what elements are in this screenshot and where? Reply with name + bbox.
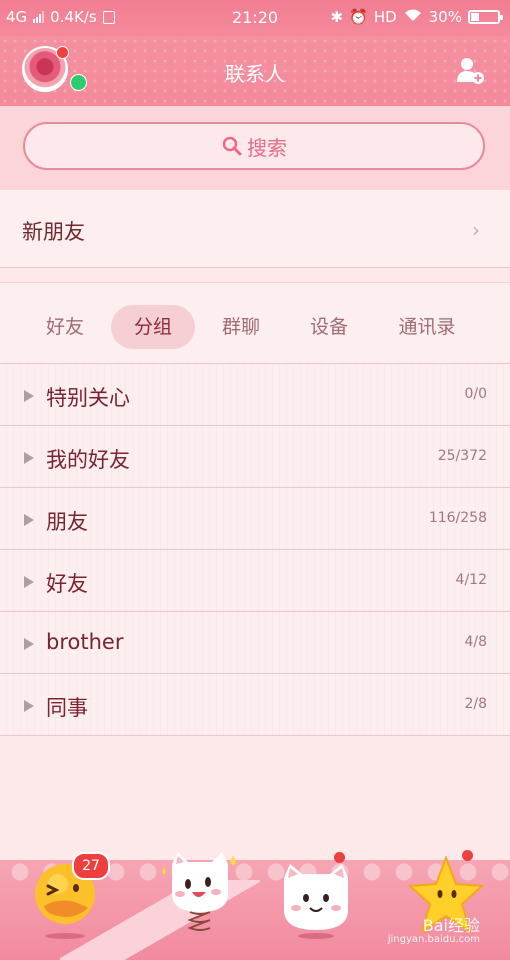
group-list: 特别关心 0/0 我的好友 25/372 朋友 116/258 好友 4/12 … [0, 364, 510, 736]
bluetooth-icon: ✱ [330, 8, 344, 26]
group-count: 4/12 [455, 572, 487, 588]
header-bar: 联系人 [0, 36, 510, 106]
nav-contacts[interactable] [160, 850, 240, 940]
group-name: 好友 [46, 572, 88, 596]
add-person-icon [457, 58, 484, 84]
group-name: 特别关心 [46, 386, 130, 410]
group-row-haoyou[interactable]: 好友 4/12 [0, 550, 510, 612]
group-count: 25/372 [437, 448, 487, 464]
watermark-url: jingyan.baidu.com [387, 934, 480, 945]
group-name: 我的好友 [46, 448, 130, 472]
hd-label: HD [373, 8, 397, 26]
expand-arrow-icon [24, 452, 34, 464]
alarm-icon: ⏰ [349, 8, 368, 26]
group-name: brother [46, 630, 124, 654]
add-contact-button[interactable] [456, 56, 486, 86]
nav-discover[interactable] [278, 858, 354, 940]
tab-groups[interactable]: 分组 [111, 305, 195, 349]
expand-arrow-icon [24, 390, 34, 402]
group-count: 2/8 [464, 696, 487, 712]
group-row-brother[interactable]: brother 4/8 [0, 612, 510, 674]
group-row-pengyou[interactable]: 朋友 116/258 [0, 488, 510, 550]
status-bar: 4G 0.4K/s 21:20 ✱ ⏰ HD 30% [0, 0, 510, 36]
contact-tabs: 好友 分组 群聊 设备 通讯录 [0, 282, 510, 364]
expand-arrow-icon [24, 638, 34, 650]
group-row-special[interactable]: 特别关心 0/0 [0, 364, 510, 426]
search-area: 搜索 [0, 106, 510, 190]
group-count: 0/0 [464, 386, 487, 402]
tab-devices[interactable]: 设备 [293, 305, 365, 349]
watermark-brand: Bai经验 [422, 916, 480, 935]
group-row-my-friends[interactable]: 我的好友 25/372 [0, 426, 510, 488]
tab-phone-contacts[interactable]: 通讯录 [380, 305, 474, 349]
cat-spring-mascot-icon [162, 852, 236, 931]
new-friends-label: 新朋友 [22, 220, 85, 244]
chevron-right-icon: › [472, 218, 480, 242]
me-notification-dot [462, 850, 473, 861]
search-icon [222, 136, 242, 156]
expand-arrow-icon [24, 700, 34, 712]
message-count-badge: 27 [72, 852, 110, 880]
battery-percent: 30% [428, 8, 462, 26]
expand-arrow-icon [24, 576, 34, 588]
tab-group-chats[interactable]: 群聊 [205, 305, 277, 349]
expand-arrow-icon [24, 514, 34, 526]
group-row-colleagues[interactable]: 同事 2/8 [0, 674, 510, 736]
tab-friends[interactable]: 好友 [30, 305, 100, 349]
group-count: 4/8 [464, 634, 487, 650]
search-placeholder: 搜索 [247, 135, 287, 160]
new-friends-row[interactable]: 新朋友 › [0, 190, 510, 268]
wifi-icon [403, 8, 423, 26]
discover-notification-dot [334, 852, 345, 863]
group-name: 同事 [46, 696, 88, 720]
search-input[interactable]: 搜索 [23, 122, 485, 170]
group-name: 朋友 [46, 510, 88, 534]
group-count: 116/258 [428, 510, 487, 526]
page-title: 联系人 [225, 62, 285, 86]
battery-icon [468, 10, 503, 24]
white-cat-mascot-icon [284, 864, 348, 939]
